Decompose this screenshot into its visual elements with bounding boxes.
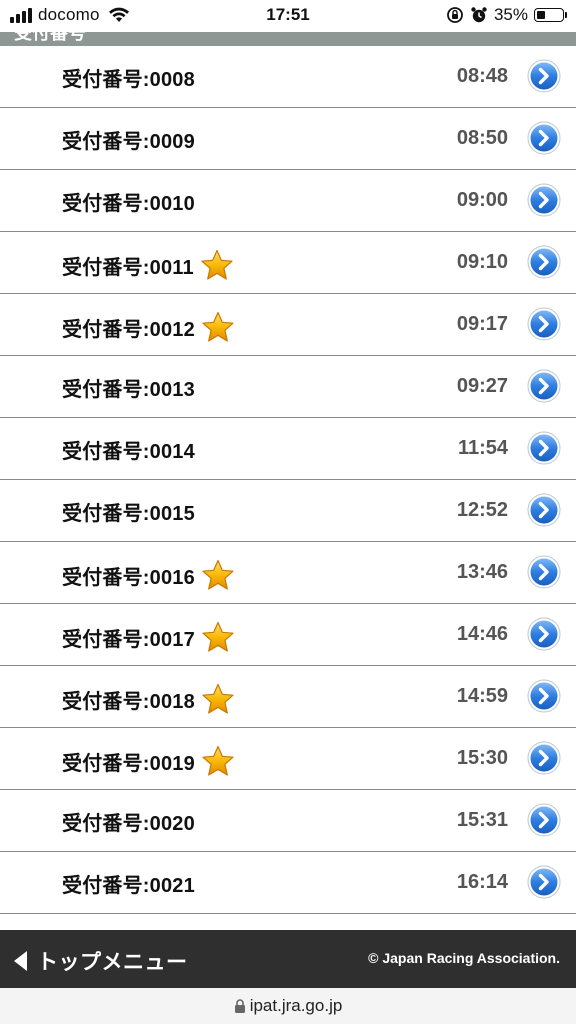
receipt-number: 受付番号:0013 (62, 379, 195, 401)
receipt-label: 受付番号:0013 (62, 373, 195, 402)
chevron-right-circle-icon[interactable] (527, 369, 561, 403)
browser-url-bar[interactable]: ipat.jra.go.jp (0, 988, 576, 1024)
receipt-number: 受付番号:0016 (62, 566, 195, 589)
receipt-time: 13:46 (456, 561, 508, 583)
copyright-text: © Japan Racing Association. (368, 950, 560, 966)
receipt-label: 受付番号:0021 (62, 869, 195, 898)
list-item[interactable]: 受付番号:0019 15:30 (0, 728, 576, 790)
section-title: 受付番号 (14, 32, 86, 43)
receipt-time: 09:17 (456, 313, 508, 335)
battery-icon (534, 8, 567, 22)
chevron-right-circle-icon[interactable] (527, 183, 561, 217)
receipt-time: 11:54 (457, 437, 508, 459)
chevron-right-circle-icon[interactable] (527, 245, 561, 279)
star-icon (202, 311, 234, 342)
orientation-lock-icon (447, 7, 463, 23)
footer-bar: トップメニュー © Japan Racing Association. (0, 930, 576, 988)
receipt-label: 受付番号:0016 (62, 559, 235, 591)
receipt-label: 受付番号:0011 (62, 249, 234, 281)
back-triangle-icon (14, 951, 27, 971)
chevron-right-circle-icon[interactable] (527, 803, 561, 837)
receipt-label: 受付番号:0015 (62, 497, 195, 526)
chevron-right-circle-icon[interactable] (527, 121, 561, 155)
receipt-label: 受付番号:0008 (62, 63, 195, 92)
receipt-number: 受付番号:0008 (62, 69, 195, 91)
star-icon (202, 559, 234, 590)
receipt-number: 受付番号:0014 (62, 441, 195, 463)
top-menu-link[interactable]: トップメニュー (14, 946, 188, 976)
receipt-label: 受付番号:0009 (62, 125, 195, 154)
chevron-right-circle-icon[interactable] (527, 617, 561, 651)
top-menu-label: トップメニュー (37, 951, 188, 974)
list-item[interactable]: 受付番号:0010 09:00 (0, 170, 576, 232)
url-display[interactable]: ipat.jra.go.jp (234, 996, 343, 1016)
receipt-time: 09:00 (456, 189, 508, 211)
receipt-number: 受付番号:0011 (62, 256, 194, 279)
star-icon (202, 745, 234, 776)
battery-percent: 35% (493, 5, 528, 24)
list-item[interactable]: 受付番号:0013 09:27 (0, 356, 576, 418)
star-icon (202, 621, 234, 652)
receipt-label: 受付番号:0010 (62, 187, 195, 216)
list-item[interactable]: 受付番号:0015 12:52 (0, 480, 576, 542)
receipt-label: 受付番号:0014 (62, 435, 195, 464)
battery-fill (537, 11, 546, 19)
status-right: 35% (446, 5, 567, 25)
chevron-right-circle-icon[interactable] (527, 679, 561, 713)
receipt-number: 受付番号:0018 (62, 690, 195, 713)
chevron-right-circle-icon[interactable] (527, 865, 561, 899)
receipt-label: 受付番号:0018 (62, 683, 235, 715)
receipt-time: 09:10 (456, 251, 508, 273)
receipt-label: 受付番号:0020 (62, 807, 195, 836)
chevron-right-circle-icon[interactable] (527, 493, 561, 527)
receipt-number: 受付番号:0019 (62, 752, 195, 775)
chevron-right-circle-icon[interactable] (527, 431, 561, 465)
receipt-time: 14:46 (456, 623, 508, 645)
list-item[interactable]: 受付番号:0018 14:59 (0, 666, 576, 728)
receipt-time: 15:30 (456, 747, 508, 769)
chevron-right-circle-icon[interactable] (527, 555, 561, 589)
receipt-number: 受付番号:0021 (62, 875, 195, 897)
list-item[interactable]: 受付番号:0011 09:10 (0, 232, 576, 294)
receipt-time: 09:27 (456, 375, 508, 397)
receipt-number: 受付番号:0020 (62, 813, 195, 835)
star-icon (201, 249, 233, 280)
receipt-number: 受付番号:0015 (62, 503, 195, 525)
star-icon (202, 683, 234, 714)
receipt-time: 15:31 (456, 809, 508, 831)
list-item[interactable]: 受付番号:0016 13:46 (0, 542, 576, 604)
chevron-right-circle-icon[interactable] (527, 307, 561, 341)
list-item[interactable]: 受付番号:0021 16:14 (0, 852, 576, 914)
list-item[interactable]: 受付番号:0009 08:50 (0, 108, 576, 170)
status-bar: docomo 17:51 35% (0, 0, 576, 32)
receipt-number: 受付番号:0010 (62, 193, 195, 215)
lock-icon (234, 998, 245, 1013)
receipt-number: 受付番号:0012 (62, 318, 195, 341)
receipt-time: 08:48 (456, 65, 508, 87)
list-item[interactable]: 受付番号:0014 11:54 (0, 418, 576, 480)
chevron-right-circle-icon[interactable] (527, 741, 561, 775)
url-text: ipat.jra.go.jp (249, 996, 343, 1015)
receipt-time: 12:52 (456, 499, 508, 521)
list-item[interactable]: 受付番号:0020 15:31 (0, 790, 576, 852)
list-item[interactable]: 受付番号:0008 08:48 (0, 46, 576, 108)
receipt-time: 08:50 (456, 127, 508, 149)
receipt-list: 受付番号:0008 08:48 受付番号:0009 08:50 受付番号:0010 09:… (0, 46, 576, 914)
receipt-label: 受付番号:0012 (62, 311, 235, 343)
receipt-label: 受付番号:0019 (62, 745, 235, 777)
receipt-time: 16:14 (456, 871, 508, 893)
receipt-label: 受付番号:0017 (62, 621, 235, 653)
receipt-time: 14:59 (456, 685, 508, 707)
section-header: 受付番号 (0, 32, 576, 47)
list-item[interactable]: 受付番号:0017 14:46 (0, 604, 576, 666)
receipt-number: 受付番号:0009 (62, 131, 195, 153)
receipt-number: 受付番号:0017 (62, 628, 195, 651)
list-item[interactable]: 受付番号:0012 09:17 (0, 294, 576, 356)
chevron-right-circle-icon[interactable] (527, 59, 561, 93)
alarm-icon (471, 7, 487, 23)
